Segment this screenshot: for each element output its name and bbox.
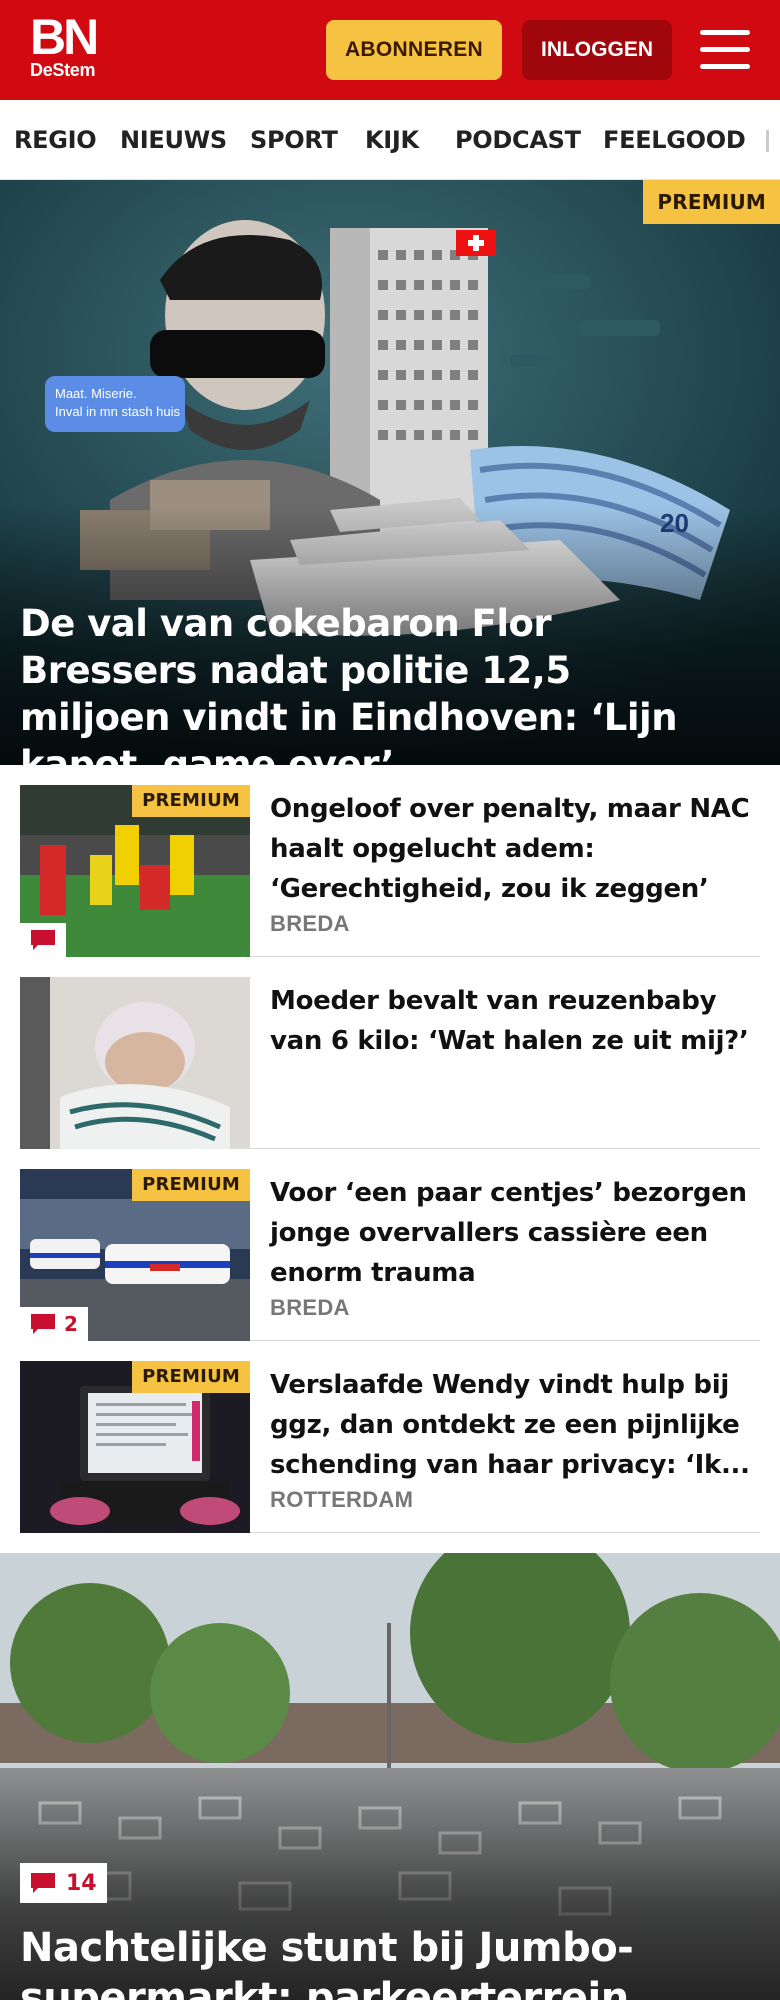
hero-article[interactable]: Maat. Miserie. Inval in mn stash huis 20…	[0, 180, 780, 765]
nav-item-kijk[interactable]: KIJK	[365, 126, 419, 154]
article-headline[interactable]: Voor ‘een paar centjes’ bezorgen jonge o…	[270, 1173, 760, 1293]
comment-badge[interactable]: 2	[20, 1307, 88, 1341]
svg-text:Inval in mn stash huis: Inval in mn stash huis	[55, 404, 181, 419]
list-item[interactable]: PREMIUM Ongeloof over penalty, maar NAC …	[20, 785, 760, 957]
baby-photo	[20, 977, 250, 1149]
comment-icon	[31, 1873, 55, 1893]
premium-badge: PREMIUM	[132, 1169, 250, 1201]
article-thumbnail: PREMIUM	[20, 785, 250, 957]
top-header: BN DeStem ABONNEREN INLOGGEN	[0, 0, 780, 100]
list-item[interactable]: Moeder bevalt van reuzenbaby van 6 kilo:…	[20, 977, 760, 1149]
article-location: BREDA	[270, 1295, 350, 1320]
login-button[interactable]: INLOGGEN	[522, 20, 672, 80]
nav-overflow-hint	[766, 130, 769, 152]
site-logo[interactable]: BN DeStem	[30, 9, 110, 80]
list-item[interactable]: PREMIUM 2 Voor ‘een paar centjes’ bezorg…	[20, 1169, 760, 1341]
comment-count: 2	[64, 1312, 78, 1336]
premium-badge: PREMIUM	[132, 785, 250, 817]
comment-badge[interactable]: 14	[20, 1863, 107, 1903]
article-thumbnail	[20, 977, 250, 1149]
comment-badge[interactable]	[20, 923, 66, 957]
article-thumbnail: PREMIUM	[20, 1361, 250, 1533]
nav-item-nieuws[interactable]: NIEUWS	[120, 126, 227, 154]
article-headline[interactable]: Verslaafde Wendy vindt hulp bij ggz, dan…	[270, 1365, 760, 1485]
comment-icon	[31, 1314, 55, 1334]
section-nav: REGIO NIEUWS SPORT KIJK PODCAST FEELGOOD	[0, 100, 780, 180]
premium-badge: PREMIUM	[643, 180, 780, 224]
article-location: ROTTERDAM	[270, 1487, 414, 1512]
comment-icon	[31, 930, 55, 950]
nav-item-sport[interactable]: SPORT	[250, 126, 338, 154]
nav-item-podcast[interactable]: PODCAST	[455, 126, 581, 154]
list-item[interactable]: PREMIUM Verslaafde Wendy vindt hulp bij …	[20, 1361, 760, 1533]
logo-sub-text: DeStem	[30, 60, 96, 80]
nav-item-regio[interactable]: REGIO	[14, 126, 97, 154]
feature-article[interactable]: 14 Nachtelijke stunt bij Jumbo-supermark…	[0, 1553, 780, 2000]
hamburger-menu-icon[interactable]	[700, 28, 752, 72]
article-headline[interactable]: Ongeloof over penalty, maar NAC haalt op…	[270, 789, 760, 909]
subscribe-button[interactable]: ABONNEREN	[326, 20, 502, 80]
article-thumbnail: PREMIUM 2	[20, 1169, 250, 1341]
feature-headline[interactable]: Nachtelijke stunt bij Jumbo-supermarkt: …	[20, 1923, 760, 2000]
article-headline[interactable]: Moeder bevalt van reuzenbaby van 6 kilo:…	[270, 981, 760, 1061]
logo-main-text: BN	[30, 9, 99, 65]
premium-badge: PREMIUM	[132, 1361, 250, 1393]
hero-headline[interactable]: De val van cokebaron Flor Bressers nadat…	[20, 600, 720, 765]
article-location: BREDA	[270, 911, 350, 936]
nav-item-feelgood[interactable]: FEELGOOD	[603, 126, 746, 154]
svg-text:Maat. Miserie.: Maat. Miserie.	[55, 386, 137, 401]
comment-count: 14	[66, 1870, 97, 1896]
